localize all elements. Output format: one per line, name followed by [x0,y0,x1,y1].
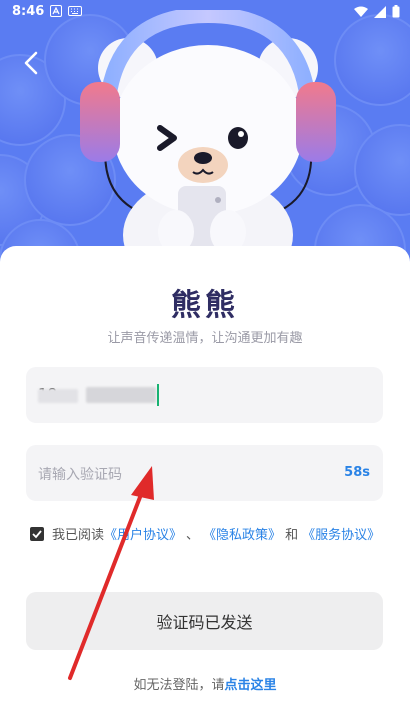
redaction-mask [38,389,78,403]
service-agreement-link[interactable]: 《服务协议》 [302,524,380,543]
phone-input[interactable]: 18 [26,367,383,423]
chevron-left-icon [24,51,38,75]
app-title: 熊熊 [171,288,239,323]
code-placeholder: 请输入验证码 [38,467,122,483]
agreement-row: 我已阅读 《用户协议》 、 《隐私政策》 和 《服务协议》 [30,524,380,543]
login-help: 如无法登陆，请点击这里 [0,674,410,693]
back-button[interactable] [16,48,46,78]
submit-button[interactable]: 验证码已发送 [26,592,383,650]
help-link[interactable]: 点击这里 [225,678,277,693]
verification-code-input[interactable]: 请输入验证码 58s [26,445,383,501]
agreement-separator: 、 [186,528,200,543]
signal-icon [374,5,386,18]
hero-banner: 8:46 [0,0,410,270]
battery-icon [392,5,400,18]
check-icon [32,529,42,538]
resend-countdown[interactable]: 58s [344,465,370,480]
wifi-icon [354,6,368,17]
redaction-mask [86,387,156,403]
agreement-conjunction: 和 [285,528,299,543]
agreement-checkbox[interactable] [30,526,44,541]
bear-mascot-illustration [80,10,336,270]
app-slogan: 让声音传递温情，让沟通更加有趣 [107,331,303,346]
help-text: 如无法登陆，请 [133,678,225,693]
text-cursor [157,384,159,406]
privacy-policy-link[interactable]: 《隐私政策》 [203,524,281,543]
status-time: 8:46 [12,4,45,19]
agreement-prefix: 我已阅读 [52,528,105,543]
user-agreement-link[interactable]: 《用户协议》 [104,524,182,543]
app-notification-icon [50,5,62,17]
